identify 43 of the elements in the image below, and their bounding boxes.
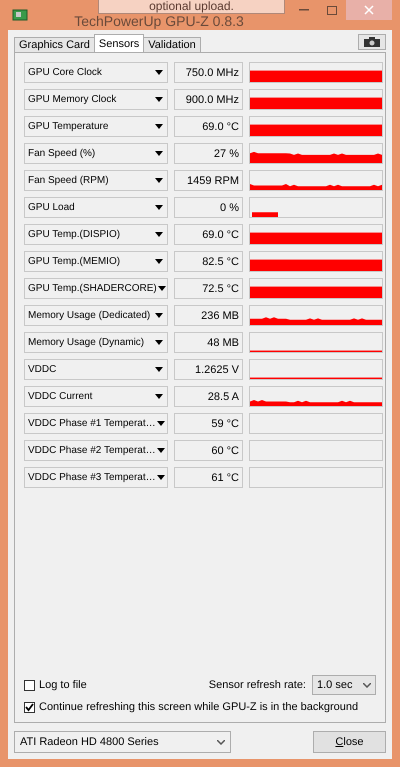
sensor-dropdown[interactable]: GPU Memory Clock: [24, 89, 168, 110]
sensor-dropdown[interactable]: VDDC Phase #3 Temperat…: [24, 467, 168, 488]
sensor-dropdown[interactable]: VDDC Current: [24, 386, 168, 407]
sensor-value: 750.0 MHz: [174, 62, 243, 83]
sensor-value: 0 %: [174, 197, 243, 218]
checkbox-label: Continue refreshing this screen while GPU-Z is in the background: [39, 701, 358, 713]
sensor-dropdown[interactable]: VDDC Phase #1 Temperat…: [24, 413, 168, 434]
sensor-value: 69.0 °C: [174, 116, 243, 137]
sensor-dropdown[interactable]: GPU Temp.(SHADERCORE): [24, 278, 168, 299]
sensor-dropdown[interactable]: VDDC: [24, 359, 168, 380]
sensor-value: 72.5 °C: [174, 278, 243, 299]
sensor-value: 28.5 A: [174, 386, 243, 407]
checkbox-label: Log to file: [39, 679, 87, 691]
gpu-dropdown[interactable]: ATI Radeon HD 4800 Series: [14, 731, 231, 753]
sensor-value: 48 MB: [174, 332, 243, 353]
refresh-rate-label: Sensor refresh rate:: [208, 679, 306, 691]
sensor-value: 1459 RPM: [174, 170, 243, 191]
sensor-value: 27 %: [174, 143, 243, 164]
sensor-dropdown[interactable]: GPU Temp.(MEMIO): [24, 251, 168, 272]
sensor-dropdown[interactable]: GPU Temperature: [24, 116, 168, 137]
refresh-rate-dropdown[interactable]: 1.0 sec: [312, 675, 376, 695]
sensor-dropdown[interactable]: GPU Core Clock: [24, 62, 168, 83]
sensor-value: 236 MB: [174, 305, 243, 326]
tooltip: optional upload.: [98, 0, 285, 14]
tab[interactable]: Validation: [143, 37, 201, 52]
sensor-value: 82.5 °C: [174, 251, 243, 272]
sensor-value: 900.0 MHz: [174, 89, 243, 110]
sensor-value: 60 °C: [174, 440, 243, 461]
sensor-dropdown[interactable]: GPU Load: [24, 197, 168, 218]
sensor-value: 1.2625 V: [174, 359, 243, 380]
sensor-dropdown[interactable]: GPU Temp.(DISPIO): [24, 224, 168, 245]
tab[interactable]: Sensors: [94, 34, 144, 52]
sensor-dropdown[interactable]: Memory Usage (Dedicated): [24, 305, 168, 326]
sensor-dropdown[interactable]: VDDC Phase #2 Temperat…: [24, 440, 168, 461]
sensor-value: 69.0 °C: [174, 224, 243, 245]
sensor-dropdown[interactable]: Fan Speed (%): [24, 143, 168, 164]
sensor-dropdown[interactable]: Memory Usage (Dynamic): [24, 332, 168, 353]
window-title: TechPowerUp GPU-Z 0.8.3: [74, 13, 244, 29]
sensor-dropdown[interactable]: Fan Speed (RPM): [24, 170, 168, 191]
tab[interactable]: Graphics Card: [14, 37, 95, 52]
close-button[interactable]: Close: [313, 731, 386, 753]
sensor-value: 61 °C: [174, 467, 243, 488]
sensor-value: 59 °C: [174, 413, 243, 434]
